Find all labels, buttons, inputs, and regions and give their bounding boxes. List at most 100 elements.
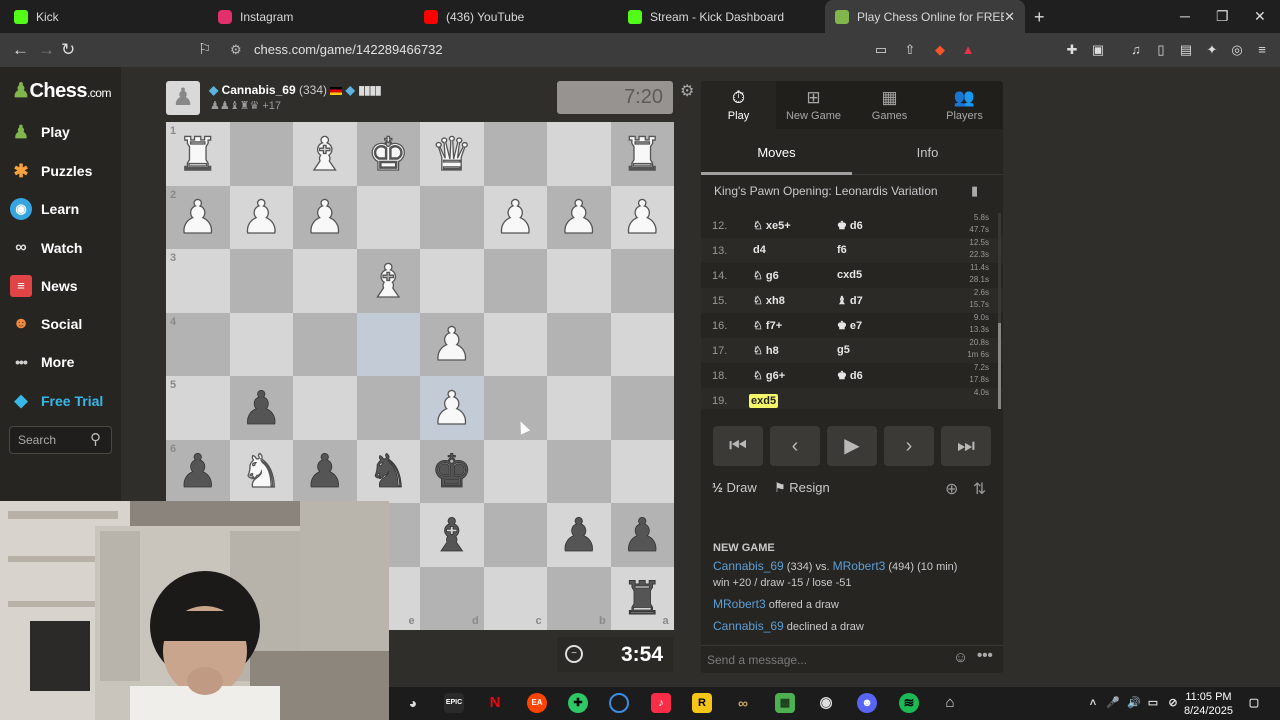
- black-move[interactable]: ♝ d7: [837, 294, 863, 307]
- screenshot-icon[interactable]: ▣: [1090, 42, 1106, 58]
- board-square[interactable]: [293, 376, 357, 440]
- subtab-moves[interactable]: Moves: [701, 137, 852, 175]
- microphone-icon[interactable]: 🎤: [1103, 693, 1123, 713]
- spotify-icon[interactable]: ≋: [899, 693, 919, 713]
- white-rook-icon[interactable]: ♜: [621, 130, 664, 177]
- first-move-button[interactable]: ⏮: [713, 426, 763, 466]
- black-pawn-icon[interactable]: ♟: [621, 511, 663, 558]
- white-pawn-icon[interactable]: ♟: [494, 194, 537, 241]
- system-clock[interactable]: 11:05 PM 8/24/2025: [1184, 690, 1233, 718]
- board-square[interactable]: [610, 376, 674, 440]
- black-pawn-icon[interactable]: ♟: [558, 511, 600, 558]
- forward-icon[interactable]: →: [38, 40, 55, 60]
- draw-button[interactable]: ½ Draw: [712, 480, 757, 495]
- white-queen-icon[interactable]: ♛: [430, 130, 473, 177]
- browser-tab-instagram[interactable]: Instagram: [212, 0, 417, 33]
- sidebar-item-free-trial[interactable]: ◆ Free Trial: [10, 386, 103, 416]
- black-move[interactable]: ♚ d6: [837, 219, 863, 232]
- chess-com-logo[interactable]: ♟Chess.com: [12, 78, 111, 103]
- chat-options-icon[interactable]: •••: [977, 647, 993, 664]
- wallet-icon[interactable]: ▤: [1178, 42, 1194, 58]
- board-square[interactable]: ♚: [356, 122, 420, 186]
- next-move-button[interactable]: ›: [884, 426, 934, 466]
- board-square[interactable]: [547, 312, 611, 376]
- board-square[interactable]: [229, 122, 293, 186]
- board-square[interactable]: ♟: [229, 376, 293, 440]
- board-square[interactable]: [483, 376, 547, 440]
- board-square[interactable]: [483, 439, 547, 503]
- board-square[interactable]: [293, 312, 357, 376]
- black-pawn-icon[interactable]: ♟: [304, 448, 346, 495]
- board-square[interactable]: [483, 503, 547, 567]
- white-pawn-icon[interactable]: ♟: [176, 194, 219, 241]
- board-square[interactable]: ♟: [420, 376, 484, 440]
- sidebar-item-more[interactable]: ••• More: [10, 347, 74, 377]
- move-list-scrollbar[interactable]: [998, 213, 1001, 409]
- flip-board-icon[interactable]: ⇅: [973, 481, 986, 498]
- white-king-icon[interactable]: ♚: [367, 130, 410, 177]
- board-square[interactable]: [420, 185, 484, 249]
- board-square[interactable]: ♟: [420, 312, 484, 376]
- new-tab-button[interactable]: +: [1034, 7, 1045, 28]
- black-knight-icon[interactable]: ♞: [367, 448, 409, 495]
- site-info-icon[interactable]: ⚙: [230, 37, 242, 63]
- board-square[interactable]: [483, 122, 547, 186]
- leo-ai-icon[interactable]: ✦: [1204, 42, 1220, 58]
- board-square[interactable]: ♚: [420, 439, 484, 503]
- board-square[interactable]: ♞: [229, 439, 293, 503]
- browser-tab-youtube[interactable]: (436) YouTube: [418, 0, 623, 33]
- maximize-button[interactable]: ❐: [1216, 8, 1229, 25]
- white-pawn-icon[interactable]: ♟: [240, 194, 283, 241]
- sidebar-item-news[interactable]: ≡ News: [10, 271, 78, 301]
- brave-shield-icon[interactable]: ◆: [932, 42, 948, 58]
- board-square[interactable]: [547, 439, 611, 503]
- board-square[interactable]: ♞: [356, 439, 420, 503]
- black-move[interactable]: cxd5: [837, 269, 862, 281]
- music-icon[interactable]: ♪: [651, 693, 671, 713]
- xbox-icon[interactable]: ✚: [568, 693, 588, 713]
- desktop-icon[interactable]: ⌂: [940, 693, 960, 713]
- netflix-icon[interactable]: N: [485, 693, 505, 713]
- emoji-icon[interactable]: ☺: [953, 649, 968, 666]
- board-square[interactable]: ♟: [293, 185, 357, 249]
- subtab-info[interactable]: Info: [852, 137, 1003, 175]
- board-square[interactable]: [483, 312, 547, 376]
- board-square[interactable]: ♝: [420, 503, 484, 567]
- board-square[interactable]: ♟: [483, 185, 547, 249]
- close-window-button[interactable]: ✕: [1254, 8, 1266, 25]
- board-square[interactable]: [610, 312, 674, 376]
- share-icon[interactable]: ⇧: [902, 42, 918, 58]
- board-square[interactable]: [229, 312, 293, 376]
- black-rook-icon[interactable]: ♜: [621, 575, 663, 622]
- board-square[interactable]: ♛: [420, 122, 484, 186]
- board-square[interactable]: ♝: [356, 249, 420, 313]
- browser-tab-kick[interactable]: Kick: [6, 0, 211, 33]
- discord-icon[interactable]: ☻: [857, 693, 877, 713]
- white-knight-icon[interactable]: ♞: [240, 448, 283, 495]
- board-square[interactable]: ♝: [293, 122, 357, 186]
- search-icon[interactable]: ⚲: [90, 430, 101, 448]
- board-square[interactable]: ♜: [610, 122, 674, 186]
- browser-icon[interactable]: [609, 693, 629, 713]
- black-move[interactable]: f6: [837, 244, 847, 256]
- minecraft-icon[interactable]: ▩: [775, 693, 795, 713]
- battery-icon[interactable]: ▭: [1143, 693, 1163, 713]
- tray-chevron-icon[interactable]: ˄: [1083, 693, 1103, 713]
- black-pawn-icon[interactable]: ♟: [177, 448, 219, 495]
- chat-user-link[interactable]: MRobert3: [833, 559, 886, 573]
- black-pawn-icon[interactable]: ♟: [240, 384, 282, 431]
- black-move[interactable]: ♚ d6: [837, 369, 863, 382]
- steam-icon[interactable]: ◕: [403, 693, 423, 713]
- tab-games[interactable]: ▦ Games: [852, 81, 927, 129]
- opponent-avatar[interactable]: ♟: [166, 81, 200, 115]
- network-icon[interactable]: ⊘: [1163, 693, 1183, 713]
- board-square[interactable]: [547, 376, 611, 440]
- black-king-icon[interactable]: ♚: [431, 448, 473, 495]
- board-square[interactable]: [356, 376, 420, 440]
- black-bishop-icon[interactable]: ♝: [431, 511, 473, 558]
- previous-move-button[interactable]: ‹: [770, 426, 820, 466]
- cheats-icon[interactable]: ∞: [733, 693, 753, 713]
- sidebar-item-social[interactable]: ☻ Social: [10, 309, 83, 339]
- bookmark-icon[interactable]: ⚐: [198, 40, 211, 58]
- sidebar-item-watch[interactable]: ∞ Watch: [10, 233, 82, 263]
